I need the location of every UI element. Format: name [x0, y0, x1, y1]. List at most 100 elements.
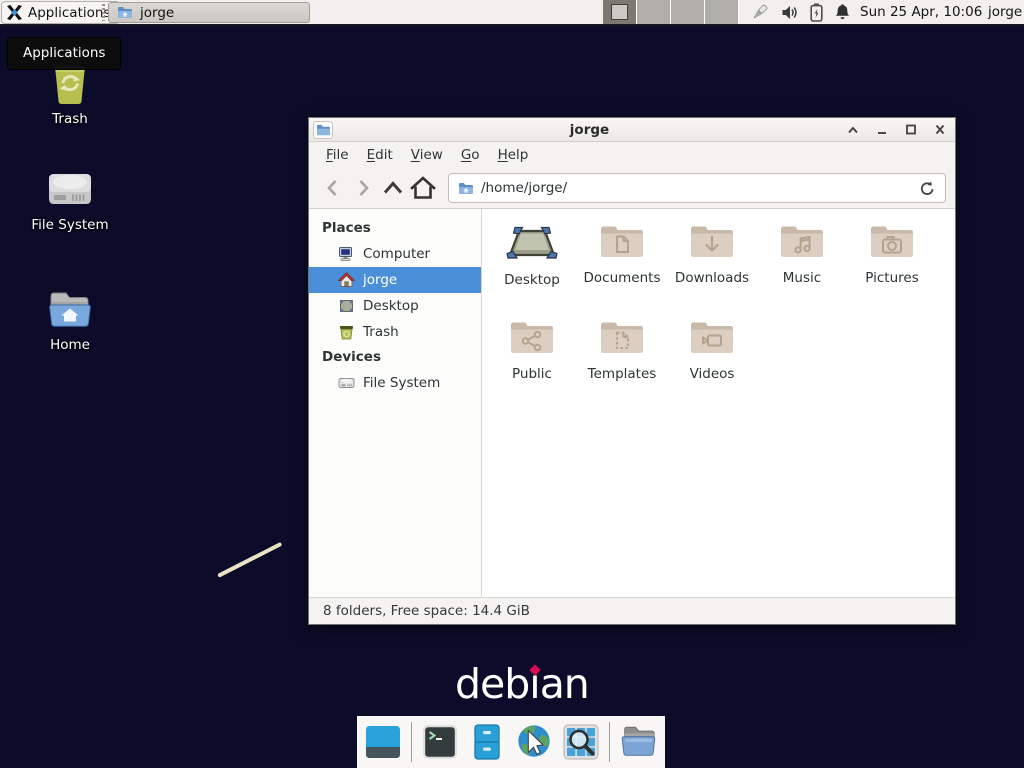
file-item-music[interactable]: Music: [757, 223, 847, 319]
sidebar: Places Computer: [309, 209, 482, 597]
applications-tooltip: Applications: [7, 37, 121, 70]
notifications-bell-icon[interactable]: [834, 3, 851, 21]
file-item-pictures[interactable]: Pictures: [847, 223, 937, 319]
home-icon: [338, 272, 355, 288]
toolbar: /home/jorge/: [309, 168, 955, 209]
applications-menu-label: Applications: [28, 5, 110, 21]
desktop-icon-label: Home: [50, 337, 90, 353]
maximize-icon[interactable]: [904, 123, 918, 137]
statusbar: 8 folders, Free space: 14.4 GiB: [309, 597, 955, 624]
stylus-icon[interactable]: [750, 3, 770, 22]
folder-templates-icon: [598, 319, 646, 359]
home-button[interactable]: [408, 173, 438, 203]
workspace-2[interactable]: [637, 0, 671, 24]
folder-documents-icon: [598, 223, 646, 263]
sidebar-item-desktop[interactable]: Desktop: [309, 293, 481, 319]
file-item-label: Desktop: [504, 272, 560, 288]
back-button[interactable]: [318, 173, 348, 203]
sidebar-devices-header: Devices: [309, 345, 481, 370]
file-item-templates[interactable]: Templates: [577, 319, 667, 415]
sidebar-places-header: Places: [309, 216, 481, 241]
top-panel: Applications jorge: [0, 0, 1024, 26]
up-button[interactable]: [378, 173, 408, 203]
dock-panel: [357, 716, 665, 768]
minimize-icon[interactable]: [875, 123, 889, 137]
panel-clock[interactable]: Sun 25 Apr, 10:06: [860, 0, 982, 24]
folder-downloads-icon: [688, 223, 736, 263]
web-browser-launcher[interactable]: [515, 723, 553, 761]
battery-icon[interactable]: [810, 3, 823, 22]
forward-button[interactable]: [348, 173, 378, 203]
workspace-4[interactable]: [705, 0, 739, 24]
shade-icon[interactable]: [846, 123, 860, 137]
hard-drive-icon: [45, 170, 95, 212]
dock-separator: [411, 722, 412, 762]
home-folder-icon: [45, 290, 95, 332]
sidebar-item-label: jorge: [363, 272, 397, 288]
desktop-icon: [338, 298, 355, 314]
computer-icon: [338, 246, 355, 262]
sidebar-item-label: Desktop: [363, 298, 419, 314]
file-manager-window: jorge File Edit View Go Help: [308, 117, 956, 625]
folder-public-icon: [508, 319, 556, 359]
xfce-logo-icon: [6, 4, 23, 21]
volume-icon[interactable]: [781, 4, 799, 21]
file-item-label: Downloads: [675, 270, 749, 286]
show-desktop-button[interactable]: [364, 723, 402, 761]
desktop-screen: Applications jorge: [0, 0, 1024, 768]
file-item-public[interactable]: Public: [487, 319, 577, 415]
reload-icon[interactable]: [919, 180, 936, 197]
taskbar-window-label: jorge: [140, 5, 174, 21]
desktop-icon-home[interactable]: Home: [10, 290, 130, 353]
menu-edit[interactable]: Edit: [358, 144, 402, 166]
folder-videos-icon: [688, 319, 736, 359]
terminal-launcher[interactable]: [421, 723, 459, 761]
panel-username[interactable]: jorge: [988, 0, 1022, 24]
path-input[interactable]: /home/jorge/: [481, 180, 912, 196]
app-finder-launcher[interactable]: [562, 723, 600, 761]
statusbar-text: 8 folders, Free space: 14.4 GiB: [323, 603, 530, 619]
file-item-downloads[interactable]: Downloads: [667, 223, 757, 319]
menu-help[interactable]: Help: [489, 144, 538, 166]
desktop-special-icon: [506, 223, 558, 265]
taskbar-window-button[interactable]: jorge: [108, 2, 310, 23]
sidebar-item-label: Trash: [363, 324, 399, 340]
sidebar-item-trash[interactable]: Trash: [309, 319, 481, 345]
workspace-1[interactable]: [603, 0, 637, 24]
path-bar[interactable]: /home/jorge/: [448, 173, 946, 203]
sidebar-item-label: Computer: [363, 246, 430, 262]
file-item-label: Templates: [588, 366, 657, 382]
file-manager-launcher[interactable]: [468, 723, 506, 761]
wallpaper-swoosh-line: [217, 542, 282, 577]
menu-view[interactable]: View: [402, 144, 452, 166]
workspace-3[interactable]: [671, 0, 705, 24]
sidebar-item-filesystem[interactable]: File System: [309, 370, 481, 396]
sidebar-item-computer[interactable]: Computer: [309, 241, 481, 267]
folder-music-icon: [778, 223, 826, 263]
window-titlebar[interactable]: jorge: [309, 118, 955, 142]
workspace-window-thumb: [611, 4, 628, 20]
folder-launcher[interactable]: [619, 723, 657, 761]
window-icon: [313, 121, 333, 139]
panel-handle[interactable]: [102, 4, 105, 21]
menu-file[interactable]: File: [317, 144, 358, 166]
close-icon[interactable]: [933, 123, 947, 137]
file-item-label: Documents: [584, 270, 661, 286]
debian-wordmark: debıan: [455, 660, 589, 708]
sidebar-item-jorge[interactable]: jorge: [309, 267, 481, 293]
desktop-icon-filesystem[interactable]: File System: [10, 170, 130, 233]
file-cabinet-icon: [468, 723, 506, 761]
menu-go[interactable]: Go: [452, 144, 489, 166]
desktop-icon-label: File System: [31, 217, 108, 233]
file-item-documents[interactable]: Documents: [577, 223, 667, 319]
desktop-icon-label: Trash: [52, 111, 88, 127]
file-item-videos[interactable]: Videos: [667, 319, 757, 415]
menubar: File Edit View Go Help: [309, 142, 955, 168]
file-item-desktop[interactable]: Desktop: [487, 223, 577, 319]
file-item-label: Videos: [690, 366, 735, 382]
workspace-switcher: [603, 0, 739, 24]
dock-separator: [609, 722, 610, 762]
files-view: Desktop Documents: [482, 209, 955, 597]
trash-icon: [338, 324, 355, 340]
folder-launcher-icon: [619, 723, 657, 761]
